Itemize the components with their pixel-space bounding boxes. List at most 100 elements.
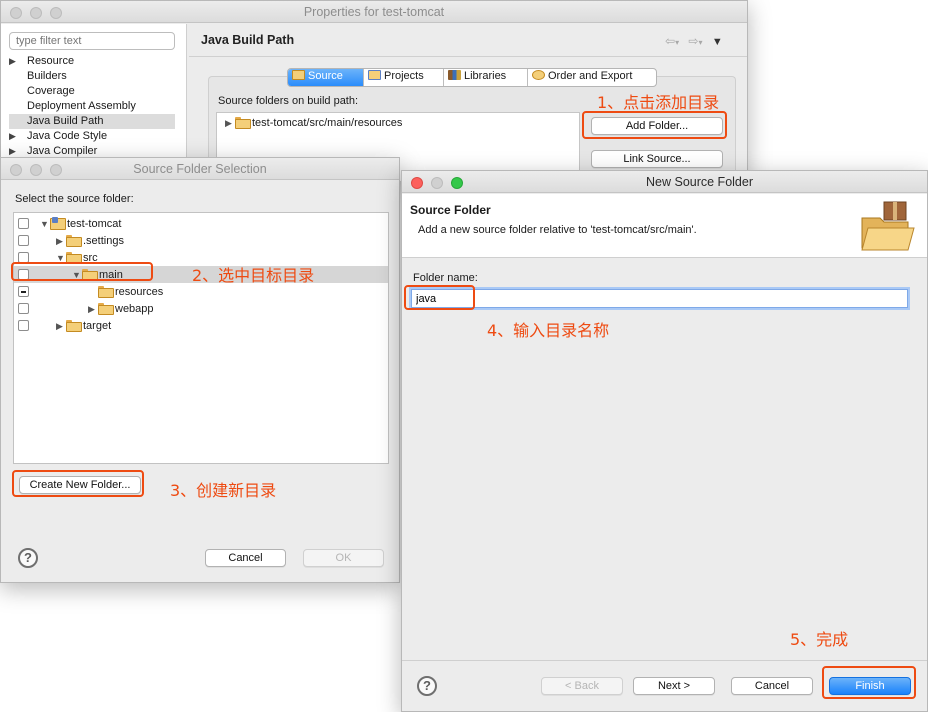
nav-item[interactable]: Coverage xyxy=(9,84,175,99)
nav-item[interactable]: ▶ Java Code Style xyxy=(9,129,175,144)
annotation-step-2: 2、选中目标目录 xyxy=(192,266,315,285)
cancel-button[interactable]: Cancel xyxy=(205,549,286,567)
nav-item-label: Deployment Assembly xyxy=(27,100,136,112)
wizard-header: Source Folder Add a new source folder re… xyxy=(402,194,927,258)
help-icon[interactable]: ? xyxy=(18,548,38,568)
finish-highlight xyxy=(822,666,916,699)
history-nav: ⇦▾ ⇨▾ ▼ xyxy=(665,34,723,48)
back-arrow-icon[interactable]: ⇦ xyxy=(665,34,675,48)
folder-icon xyxy=(66,320,82,332)
tree-node[interactable]: resources xyxy=(88,284,163,300)
collapse-triangle-icon[interactable]: ▼ xyxy=(40,216,50,232)
forward-arrow-icon[interactable]: ⇨ xyxy=(688,34,698,48)
projects-tab-icon xyxy=(368,70,381,80)
expand-triangle-icon[interactable]: ▶ xyxy=(88,301,98,317)
selection-title: Source Folder Selection xyxy=(133,162,267,176)
minimize-window-icon[interactable] xyxy=(431,177,443,189)
expand-triangle-icon[interactable]: ▶ xyxy=(56,318,66,334)
close-window-icon[interactable] xyxy=(10,164,22,176)
tab-projects[interactable]: Projects xyxy=(364,69,444,86)
source-tab-icon xyxy=(292,70,305,80)
tab-source[interactable]: Source xyxy=(288,69,364,86)
tree-node-label: resources xyxy=(115,286,164,298)
filter-input[interactable] xyxy=(9,32,175,50)
cancel-button[interactable]: Cancel xyxy=(731,677,813,695)
source-folder-selection-dialog: Source Folder Selection Select the sourc… xyxy=(0,157,400,583)
expand-triangle-icon[interactable]: ▶ xyxy=(9,54,19,69)
tab-libraries[interactable]: Libraries xyxy=(444,69,528,86)
folder-icon xyxy=(66,252,82,264)
nav-item[interactable]: ▶ Resource xyxy=(9,54,175,69)
tree-node-label: webapp xyxy=(115,303,154,315)
tab-libraries-label: Libraries xyxy=(464,70,507,82)
libraries-tab-icon xyxy=(448,70,461,80)
project-icon xyxy=(50,217,66,230)
tree-checkbox[interactable] xyxy=(18,286,29,297)
expand-triangle-icon[interactable]: ▶ xyxy=(9,129,19,144)
properties-titlebar: Properties for test-tomcat xyxy=(1,1,747,23)
nav-item-label: Resource xyxy=(27,55,75,67)
tree-checkbox[interactable] xyxy=(18,320,29,331)
tree-checkbox[interactable] xyxy=(18,235,29,246)
view-menu-icon[interactable]: ▼ xyxy=(712,36,723,48)
tree-checkbox[interactable] xyxy=(18,218,29,229)
tab-bar: Source Projects Libraries Order and Expo… xyxy=(287,68,657,87)
tab-order-export-label: Order and Export xyxy=(548,70,633,82)
tab-source-label: Source xyxy=(308,70,343,82)
wizard-header-description: Add a new source folder relative to 'tes… xyxy=(418,224,697,236)
source-folder-item[interactable]: ▶ test-tomcat/src/main/resources xyxy=(225,115,402,131)
order-export-tab-icon xyxy=(532,70,545,80)
wizard-header-title: Source Folder xyxy=(410,203,491,217)
folder-tree: ▼ test-tomcat ▶ .settings ▼ src ▼ main resources… xyxy=(13,212,389,464)
page-separator xyxy=(189,56,747,57)
new-folder-titlebar: New Source Folder xyxy=(402,171,927,193)
tree-node[interactable]: ▼ test-tomcat xyxy=(40,216,121,232)
link-source-button[interactable]: Link Source... xyxy=(591,150,723,168)
nav-item-label: Java Code Style xyxy=(27,130,108,142)
nav-item-label: Builders xyxy=(27,70,67,82)
zoom-window-icon[interactable] xyxy=(451,177,463,189)
annotation-step-3: 3、创建新目录 xyxy=(170,481,277,500)
nav-item[interactable]: Builders xyxy=(9,69,175,84)
folder-icon xyxy=(66,235,82,247)
tree-node-label: .settings xyxy=(83,235,124,247)
close-window-icon[interactable] xyxy=(10,7,22,19)
selection-titlebar: Source Folder Selection xyxy=(1,158,399,180)
next-button[interactable]: Next > xyxy=(633,677,715,695)
zoom-window-icon[interactable] xyxy=(50,164,62,176)
annotation-step-4: 4、输入目录名称 xyxy=(487,321,610,340)
close-window-icon[interactable] xyxy=(411,177,423,189)
folder-icon xyxy=(98,303,114,315)
create-folder-highlight xyxy=(12,470,144,497)
tree-checkbox[interactable] xyxy=(18,303,29,314)
package-folder-icon xyxy=(235,117,251,129)
expand-triangle-icon[interactable]: ▶ xyxy=(225,115,235,131)
folder-name-highlight xyxy=(404,285,475,310)
folder-name-input[interactable] xyxy=(411,289,908,308)
source-folder-item-label: test-tomcat/src/main/resources xyxy=(252,117,403,129)
back-button[interactable]: < Back xyxy=(541,677,623,695)
minimize-window-icon[interactable] xyxy=(30,7,42,19)
tree-node[interactable]: ▶ target xyxy=(56,318,111,334)
folder-name-label: Folder name: xyxy=(413,272,478,284)
tree-node-label: target xyxy=(83,320,112,332)
add-folder-highlight xyxy=(582,111,727,139)
new-folder-title: New Source Folder xyxy=(646,175,753,189)
tree-node[interactable]: ▶ webapp xyxy=(88,301,154,317)
help-icon[interactable]: ? xyxy=(417,676,437,696)
zoom-window-icon[interactable] xyxy=(50,7,62,19)
ok-button[interactable]: OK xyxy=(303,549,384,567)
minimize-window-icon[interactable] xyxy=(30,164,42,176)
main-folder-highlight xyxy=(11,262,153,281)
nav-item[interactable]: Deployment Assembly xyxy=(9,99,175,114)
nav-item-label: Java Compiler xyxy=(27,145,98,157)
tab-order-export[interactable]: Order and Export xyxy=(528,69,656,86)
tree-node[interactable]: ▶ .settings xyxy=(56,233,124,249)
tab-projects-label: Projects xyxy=(384,70,424,82)
footer-separator xyxy=(402,660,927,661)
folder-icon xyxy=(98,286,114,298)
expand-triangle-icon[interactable]: ▶ xyxy=(56,233,66,249)
annotation-step-1: 1、点击添加目录 xyxy=(597,93,720,112)
tree-node-label: test-tomcat xyxy=(67,218,122,230)
nav-item[interactable]: Java Build Path xyxy=(9,114,175,129)
